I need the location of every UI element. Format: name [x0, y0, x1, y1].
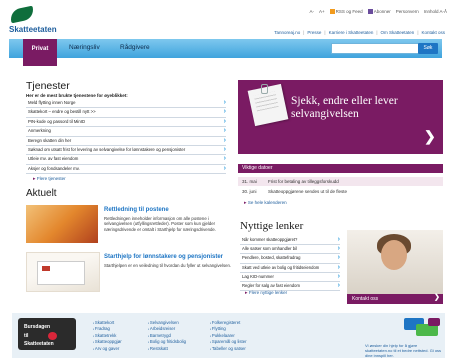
news-headline[interactable]: Starthjelp for lønnstakere og pensjonist…	[104, 254, 223, 260]
footer-link[interactable]: Skatteoppgjør	[93, 339, 122, 345]
footer-column: Folkeregisteret Flytting Pukkelaarer Spa…	[210, 320, 247, 352]
person-face	[381, 240, 407, 270]
banner-text[interactable]: Sjekk, endre eller lever selvangivelsen	[291, 95, 431, 121]
service-item[interactable]: Utleie mv. av fast eiendom ›	[26, 155, 226, 165]
useful-links-list: Når kommer skatteoppgjøret? › Alle satser…	[240, 236, 340, 292]
footer-column: Selvangivelsen Arbeidsreiser Barnetrygd …	[148, 320, 186, 352]
chevron-right-icon: ›	[337, 272, 340, 280]
document-icon	[247, 83, 289, 127]
top-link[interactable]: Kontakt oss	[421, 30, 445, 35]
chevron-right-icon: ›	[223, 136, 226, 144]
service-item[interactable]: Anmerkning ›	[26, 127, 226, 137]
service-item[interactable]: Meld flytting innen Norge ›	[26, 99, 226, 109]
search-input[interactable]	[331, 43, 419, 54]
brand-name[interactable]: Skatteetaten	[9, 25, 57, 34]
search-button[interactable]: Søk	[418, 43, 438, 54]
footer-link[interactable]: Bolig og fritidsbolig	[148, 339, 186, 345]
rss-link[interactable]: RSS og Feed	[329, 9, 363, 15]
footer-link[interactable]: Tabeller og satser	[210, 346, 247, 352]
useful-links-title: Nyttige lenker	[240, 220, 304, 232]
divider: |	[324, 30, 326, 35]
important-dates-title: Viktige datoer	[238, 164, 443, 173]
logo-text: Bursdagen	[24, 324, 51, 330]
services-subtitle: Her er de mest brukte tjenestene for øye…	[26, 93, 128, 98]
useful-link[interactable]: Lag KID-nummer ›	[240, 273, 340, 282]
useful-link[interactable]: Skatt ved utleie av bolig og fritidseien…	[240, 264, 340, 273]
date-row[interactable]: 31. mai Frist for betaling av tilleggsfor…	[238, 177, 443, 186]
subscribe-icon	[367, 9, 373, 15]
tab-radgivere[interactable]: Rådgivere	[120, 44, 150, 51]
contact-photo[interactable]	[347, 230, 443, 294]
top-link[interactable]: Om Skatteetaten	[381, 30, 415, 35]
footer-link[interactable]: Restskatt	[148, 346, 186, 352]
top-link[interactable]: Tannoreaj.no	[274, 30, 300, 35]
red-dot-icon	[48, 332, 57, 340]
divider: |	[376, 30, 378, 35]
news-image[interactable]	[26, 205, 98, 243]
index-link[interactable]: Innhold A-Å	[424, 9, 447, 14]
chevron-right-icon: ›	[337, 236, 340, 243]
feedback-note[interactable]: Vi ønsker din hjelp for å gjøre skatteet…	[365, 343, 445, 358]
useful-link[interactable]: Pendlere, bosted, skattefradrag ›	[240, 254, 340, 264]
news-headline[interactable]: Rettledning til postene	[104, 207, 169, 213]
logo-text: Skatteetaten	[24, 341, 54, 347]
news-image[interactable]	[26, 252, 100, 292]
utility-bar: A- A+ RSS og Feed Abonner Personvern Inn…	[310, 9, 447, 15]
top-links: Tannoreaj.no | Presse | Karriere i Skattee…	[274, 30, 445, 35]
service-item[interactable]: PIN-kode og passord til MinID ›	[26, 117, 226, 128]
chevron-right-icon: ›	[223, 108, 226, 116]
tab-naeringsliv[interactable]: Næringsliv	[69, 44, 100, 51]
chevron-right-icon: ›	[337, 281, 340, 289]
useful-link[interactable]: Når kommer skatteoppgjøret? ›	[240, 236, 340, 246]
top-link[interactable]: Presse	[307, 30, 321, 35]
tab-privat[interactable]: Privat	[23, 39, 57, 66]
footer-link[interactable]: Arv og gaver	[93, 346, 122, 352]
more-links-link[interactable]: ▸ Flere nyttige lenker	[245, 290, 287, 296]
service-item[interactable]: Skattekort – endre og bestill nytt >> ›	[26, 108, 226, 118]
divider: |	[417, 30, 419, 35]
chevron-right-icon: ›	[337, 245, 340, 253]
chevron-right-icon: ›	[337, 263, 340, 271]
chevron-right-icon: ›	[223, 164, 226, 172]
contact-button[interactable]: Kontakt oss	[347, 294, 443, 304]
skatteetaten-logo-icon[interactable]	[8, 5, 36, 24]
chevron-right-icon: ›	[223, 145, 226, 153]
arrow-right-icon[interactable]: ❯	[434, 293, 440, 301]
service-item[interactable]: Søknad om utsatt frist for levering av s…	[26, 145, 226, 156]
paperclip-icon	[261, 84, 268, 94]
tax-card-illustration	[37, 261, 85, 285]
services-list: Meld flytting innen Norge › Skattekort – …	[26, 99, 226, 175]
news-body: Starthjelpen er en veiledning til hvorda…	[104, 263, 232, 268]
font-size-decrease[interactable]: A-	[310, 9, 315, 14]
chevron-right-icon: ›	[337, 254, 340, 262]
top-link[interactable]: Karriere i Skatteetaten	[329, 30, 374, 35]
full-calendar-link[interactable]: ▸ Se hele kalenderen	[244, 200, 287, 206]
footer-link[interactable]: Sparemål og lister	[210, 339, 247, 345]
service-item[interactable]: Beregn skatten din her ›	[26, 137, 226, 146]
feedback-bubbles-icon[interactable]	[404, 318, 442, 340]
divider: |	[303, 30, 305, 35]
footer-column: Skattekort Fradrag Skattetrekk Skatteopp…	[93, 320, 122, 352]
news-body: Rettledningen inneholder informasjon om …	[104, 216, 217, 232]
date-row[interactable]: 30. juni Skatteoppgjørene sendes ut til d…	[238, 187, 443, 196]
chevron-right-icon: ›	[223, 155, 226, 163]
privacy-link[interactable]: Personvern	[396, 9, 419, 14]
chevron-right-icon: ›	[223, 117, 226, 125]
services-title: Tjenester	[26, 80, 70, 92]
rss-icon	[329, 9, 335, 15]
chevron-right-icon: ›	[223, 99, 226, 106]
service-item[interactable]: Aksjer og fondsandeler mv. ›	[26, 164, 226, 175]
bubble-purple	[428, 318, 440, 326]
logo-text: til	[24, 333, 29, 339]
useful-link[interactable]: Alle satser som omhandler bil ›	[240, 245, 340, 255]
subscribe-link[interactable]: Abonner	[367, 9, 391, 15]
news-title: Aktuelt	[26, 188, 57, 199]
arrow-right-icon[interactable]: ❯	[424, 128, 436, 145]
anniversary-logo[interactable]: Bursdagen til Skatteetaten	[18, 318, 76, 350]
more-services-link[interactable]: ▸ Flere tjenester	[33, 176, 66, 182]
font-size-increase[interactable]: A+	[319, 9, 325, 14]
chevron-right-icon: ›	[223, 127, 226, 135]
